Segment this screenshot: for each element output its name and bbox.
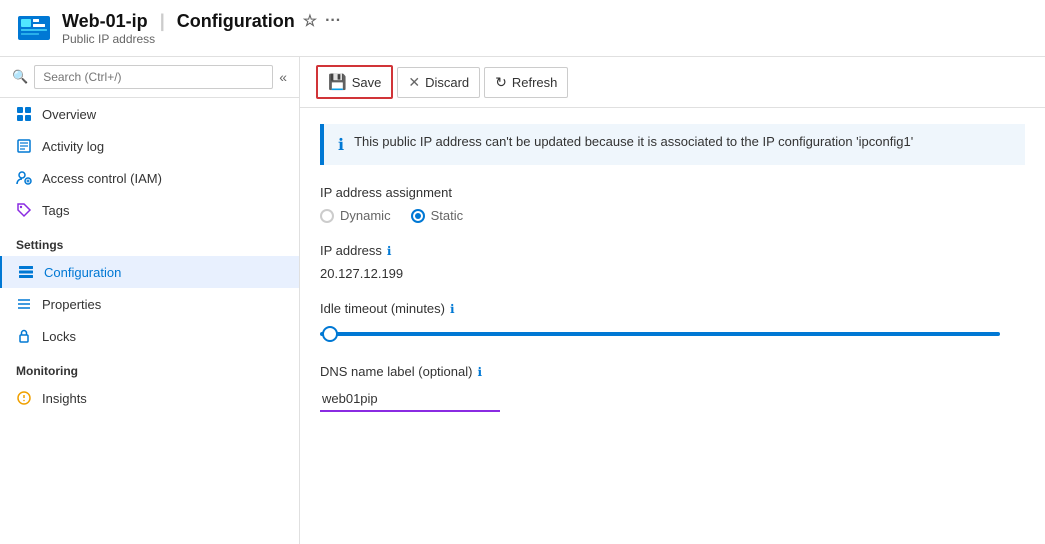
sidebar-item-label: Access control (IAM) (42, 171, 162, 186)
idle-timeout-label: Idle timeout (minutes) ℹ (320, 301, 1025, 316)
discard-label: Discard (425, 75, 469, 90)
static-radio-circle (411, 209, 425, 223)
ip-address-section: IP address ℹ 20.127.12.199 (320, 243, 1025, 281)
info-icon: ℹ (338, 135, 344, 155)
dns-name-label: DNS name label (optional) ℹ (320, 364, 1025, 379)
resource-type: Public IP address (62, 32, 341, 46)
locks-icon (16, 328, 32, 344)
sidebar-item-label: Locks (42, 329, 76, 344)
search-icon: 🔍 (12, 69, 28, 85)
save-button[interactable]: 💾 Save (316, 65, 393, 99)
collapse-button[interactable]: « (279, 69, 287, 85)
settings-section-header: Settings (0, 226, 299, 256)
insights-icon (16, 390, 32, 406)
favorite-star[interactable]: ☆ (303, 11, 317, 31)
ip-address-label: IP address ℹ (320, 243, 1025, 258)
sidebar-item-label: Overview (42, 107, 96, 122)
sidebar-item-activity-log[interactable]: Activity log (0, 130, 299, 162)
access-control-icon (16, 170, 32, 186)
page-subtitle: Configuration (177, 11, 295, 32)
static-radio[interactable]: Static (411, 208, 464, 223)
static-radio-label: Static (431, 208, 464, 223)
dynamic-radio[interactable]: Dynamic (320, 208, 391, 223)
activity-log-icon (16, 138, 32, 154)
sidebar-item-configuration[interactable]: Configuration (0, 256, 299, 288)
sidebar-item-label: Activity log (42, 139, 104, 154)
search-box: 🔍 « (0, 57, 299, 98)
sidebar-item-overview[interactable]: Overview (0, 98, 299, 130)
save-label: Save (352, 75, 382, 90)
title-separator: | (160, 11, 165, 32)
dynamic-radio-label: Dynamic (340, 208, 391, 223)
sidebar-item-tags[interactable]: Tags (0, 194, 299, 226)
content-area: ℹ This public IP address can't be update… (300, 108, 1045, 544)
main-content: 💾 Save ✕ Discard ↻ Refresh ℹ This public… (300, 57, 1045, 544)
refresh-label: Refresh (512, 75, 558, 90)
sidebar-item-label: Tags (42, 203, 69, 218)
ip-address-value: 20.127.12.199 (320, 266, 1025, 281)
refresh-icon: ↻ (495, 74, 507, 91)
idle-timeout-info-icon[interactable]: ℹ (450, 302, 455, 316)
sidebar-item-locks[interactable]: Locks (0, 320, 299, 352)
info-banner: ℹ This public IP address can't be update… (320, 124, 1025, 165)
idle-timeout-slider-thumb[interactable] (322, 326, 338, 342)
more-options-dots[interactable]: ··· (325, 12, 341, 30)
sidebar-item-access-control[interactable]: Access control (IAM) (0, 162, 299, 194)
search-input[interactable] (34, 65, 273, 89)
sidebar-item-properties[interactable]: Properties (0, 288, 299, 320)
sidebar-item-label: Properties (42, 297, 101, 312)
discard-icon: ✕ (408, 74, 420, 91)
configuration-icon (18, 264, 34, 280)
header-title-block: Web-01-ip | Configuration ☆ ··· Public I… (62, 11, 341, 46)
resource-icon (16, 10, 52, 46)
dns-info-icon[interactable]: ℹ (477, 365, 482, 379)
dns-label-section: DNS name label (optional) ℹ (320, 364, 1025, 412)
idle-timeout-slider-track (320, 332, 1000, 336)
resource-name: Web-01-ip (62, 11, 148, 32)
sidebar: 🔍 « Overview Activity log Access control… (0, 57, 300, 544)
sidebar-item-label: Configuration (44, 265, 121, 280)
ip-assignment-section: IP address assignment Dynamic Static (320, 185, 1025, 223)
save-icon: 💾 (328, 73, 347, 91)
idle-timeout-slider-container (320, 324, 1025, 344)
monitoring-section-header: Monitoring (0, 352, 299, 382)
info-message: This public IP address can't be updated … (354, 134, 913, 149)
page-header: Web-01-ip | Configuration ☆ ··· Public I… (0, 0, 1045, 57)
dynamic-radio-circle (320, 209, 334, 223)
ip-address-info-icon[interactable]: ℹ (387, 244, 392, 258)
overview-icon (16, 106, 32, 122)
discard-button[interactable]: ✕ Discard (397, 67, 480, 98)
ip-assignment-label: IP address assignment (320, 185, 1025, 200)
dns-input[interactable] (320, 387, 500, 412)
idle-timeout-section: Idle timeout (minutes) ℹ (320, 301, 1025, 344)
tags-icon (16, 202, 32, 218)
sidebar-item-label: Insights (42, 391, 87, 406)
properties-icon (16, 296, 32, 312)
ip-assignment-radio-group: Dynamic Static (320, 208, 1025, 223)
toolbar: 💾 Save ✕ Discard ↻ Refresh (300, 57, 1045, 108)
refresh-button[interactable]: ↻ Refresh (484, 67, 568, 98)
sidebar-item-insights[interactable]: Insights (0, 382, 299, 414)
